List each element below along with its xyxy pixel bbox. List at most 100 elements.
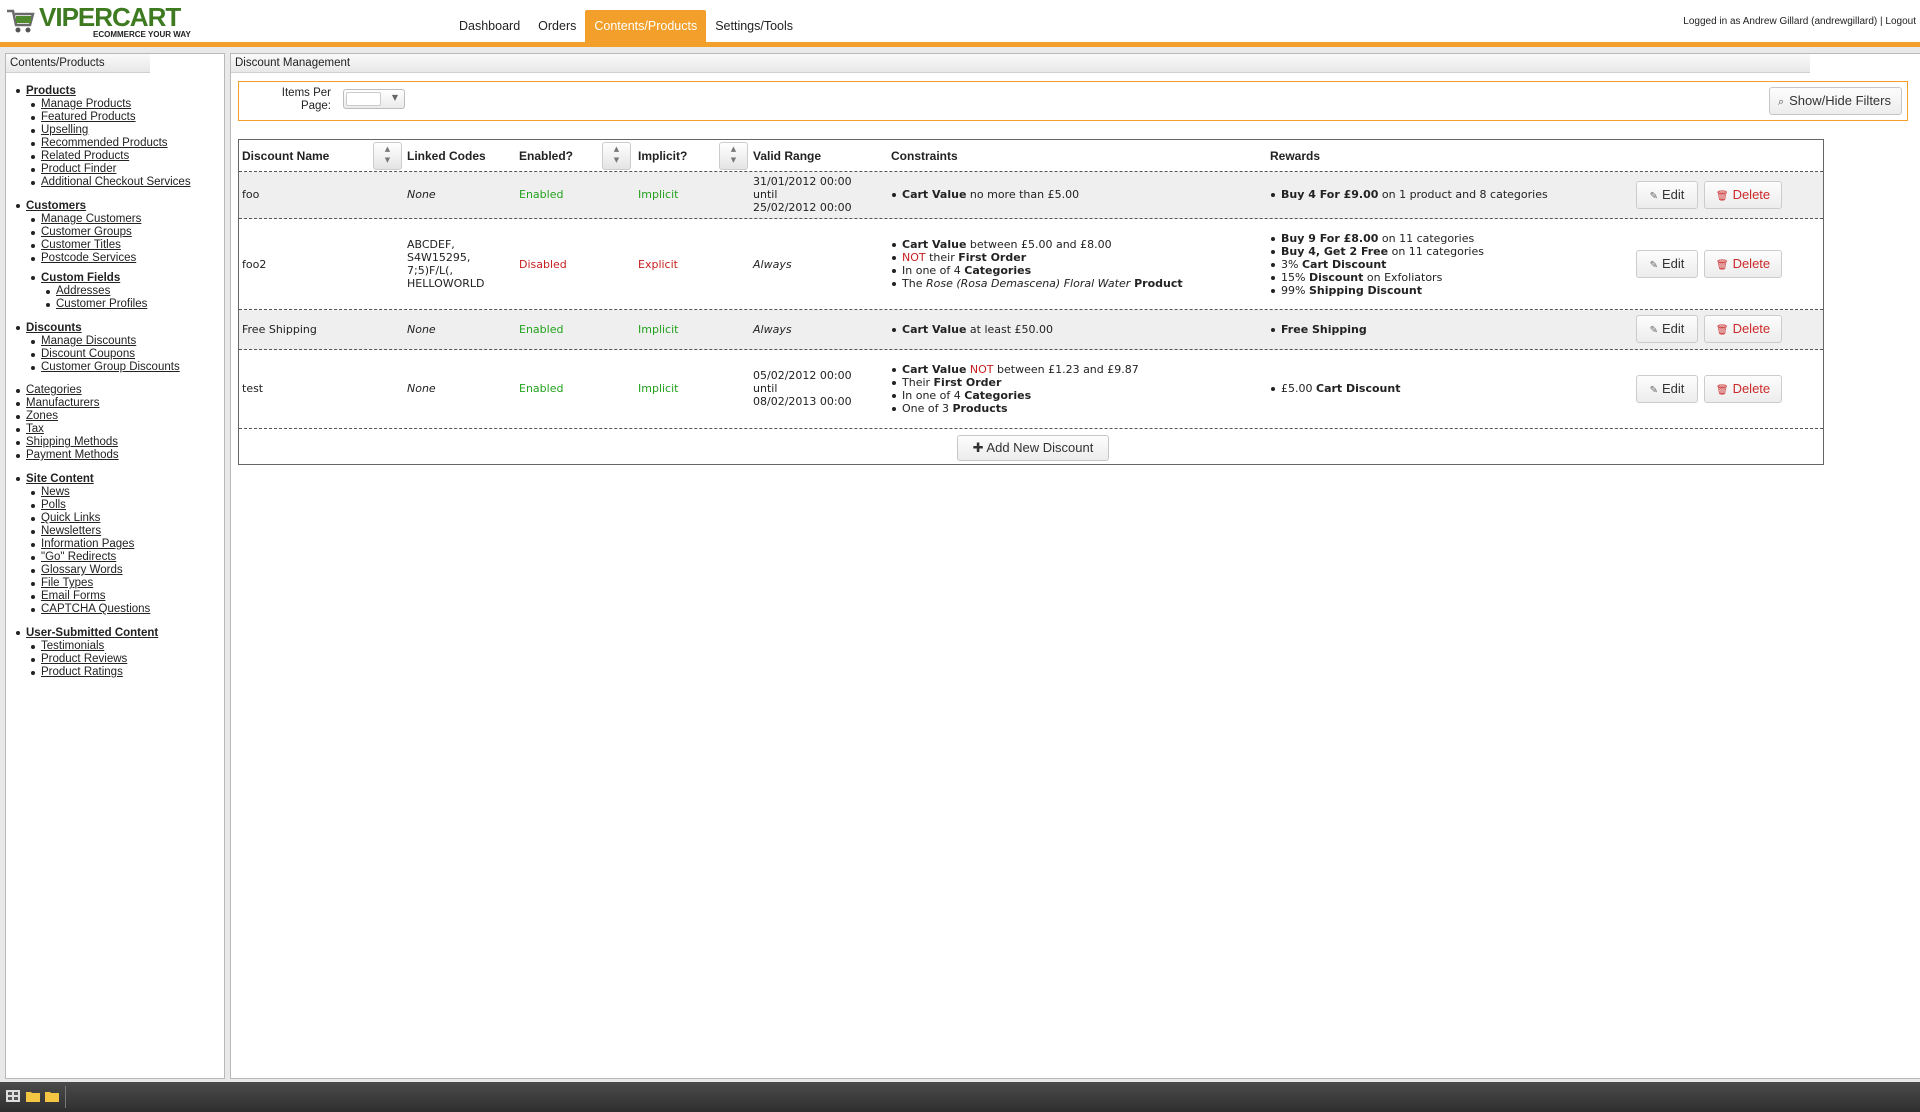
sidebar-item-discounts[interactable]: Discounts — [16, 321, 191, 335]
implicit-status: Explicit — [638, 258, 678, 271]
sort-enabled-control[interactable]: ▲ ▼ — [602, 142, 631, 170]
sidebar-item-information-pages[interactable]: Information Pages — [31, 538, 191, 551]
sidebar-item-customers[interactable]: Customers — [16, 199, 191, 213]
sidebar-item-news[interactable]: News — [31, 486, 191, 499]
reward-item: £5.00 Cart Discount — [1270, 382, 1400, 395]
sidebar-item-recommended-products[interactable]: Recommended Products — [31, 137, 191, 150]
folder-icon[interactable] — [26, 1090, 40, 1102]
sidebar-item-go-redirects[interactable]: "Go" Redirects — [31, 551, 191, 564]
nav-dashboard[interactable]: Dashboard — [450, 10, 529, 42]
items-per-page-select[interactable]: ▼ — [343, 89, 405, 109]
enabled-status: Disabled — [519, 258, 567, 271]
sidebar-item-tax[interactable]: Tax — [16, 423, 191, 436]
sort-up-icon: ▲ — [384, 145, 391, 153]
discount-name: foo — [242, 188, 260, 201]
reward-item: Buy 4, Get 2 Free on 11 categories — [1270, 245, 1484, 258]
valid-range: 31/01/2012 00:00 until 25/02/2012 00:00 — [753, 175, 852, 214]
show-hide-filters-button[interactable]: ⌕ Show/Hide Filters — [1768, 87, 1902, 115]
sidebar-item-manage-customers[interactable]: Manage Customers — [31, 213, 191, 226]
constraint-item: Cart Value at least £50.00 — [891, 323, 1053, 336]
sidebar-item-customer-titles[interactable]: Customer Titles — [31, 239, 191, 252]
constraint-item: Cart Value NOT between £1.23 and £9.87 — [891, 363, 1139, 376]
sidebar-item-upselling[interactable]: Upselling — [31, 124, 191, 137]
delete-button[interactable]: 🗑 Delete — [1704, 181, 1782, 209]
sidebar-item-testimonials[interactable]: Testimonials — [31, 640, 191, 653]
sidebar-item-payment-methods[interactable]: Payment Methods — [16, 449, 191, 462]
delete-button[interactable]: 🗑 Delete — [1704, 375, 1782, 403]
sort-down-icon: ▼ — [613, 156, 620, 164]
sidebar-item-custom-fields[interactable]: Custom Fields — [31, 271, 191, 285]
edit-button[interactable]: ✎ Edit — [1636, 315, 1698, 343]
items-per-page-value — [346, 92, 381, 106]
sidebar-item-featured-products[interactable]: Featured Products — [31, 111, 191, 124]
sidebar-nav-tree: Products Manage Products Featured Produc… — [16, 84, 191, 689]
sidebar-item-glossary-words[interactable]: Glossary Words — [31, 564, 191, 577]
sidebar-item-customer-profiles[interactable]: Customer Profiles — [46, 298, 191, 311]
nav-contents-products[interactable]: Contents/Products — [585, 10, 707, 42]
col-header-discount-name[interactable]: Discount Name — [242, 149, 329, 163]
sidebar-item-categories[interactable]: Categories — [16, 384, 191, 397]
sidebar-item-product-finder[interactable]: Product Finder — [31, 163, 191, 176]
edit-button[interactable]: ✎ Edit — [1636, 181, 1698, 209]
sidebar-item-additional-checkout-services[interactable]: Additional Checkout Services — [31, 176, 191, 189]
pencil-icon: ✎ — [1649, 191, 1658, 202]
sort-up-icon: ▲ — [613, 145, 620, 153]
reward-item: 15% Discount on Exfoliators — [1270, 271, 1484, 284]
sort-discount-name-control[interactable]: ▲ ▼ — [373, 142, 402, 170]
edit-button[interactable]: ✎ Edit — [1636, 250, 1698, 278]
pencil-icon: ✎ — [1649, 260, 1658, 271]
nav-orders[interactable]: Orders — [529, 10, 585, 42]
sidebar-item-customer-group-discounts[interactable]: Customer Group Discounts — [31, 361, 191, 374]
edit-button[interactable]: ✎ Edit — [1636, 375, 1698, 403]
col-header-implicit[interactable]: Implicit? — [638, 149, 687, 163]
sidebar-item-addresses[interactable]: Addresses — [46, 285, 191, 298]
header-accent-bar — [0, 42, 1920, 47]
nav-settings-tools[interactable]: Settings/Tools — [706, 10, 802, 42]
taskbar-divider — [65, 1086, 66, 1108]
sidebar-item-postcode-services[interactable]: Postcode Services — [31, 252, 191, 265]
sidebar-item-file-types[interactable]: File Types — [31, 577, 191, 590]
linked-codes: None — [407, 382, 436, 395]
sidebar-item-product-reviews[interactable]: Product Reviews — [31, 653, 191, 666]
sort-implicit-control[interactable]: ▲ ▼ — [719, 142, 748, 170]
sidebar-item-zones[interactable]: Zones — [16, 410, 191, 423]
sidebar-item-manage-products[interactable]: Manage Products — [31, 98, 191, 111]
sidebar-item-products[interactable]: Products — [16, 84, 191, 98]
enabled-status: Enabled — [519, 188, 564, 201]
col-header-linked-codes[interactable]: Linked Codes — [407, 149, 486, 163]
sidebar-item-polls[interactable]: Polls — [31, 499, 191, 512]
table-row: foo2 ABCDEF, S4W15295, 7;5)F/L(, HELLOWO… — [239, 219, 1823, 310]
vipercart-logo[interactable]: VIPERCART ECOMMERCE YOUR WAY — [5, 3, 191, 39]
constraint-item: The Rose (Rosa Demascena) Floral Water P… — [891, 277, 1183, 290]
sidebar-item-manage-discounts[interactable]: Manage Discounts — [31, 335, 191, 348]
sidebar-item-captcha-questions[interactable]: CAPTCHA Questions — [31, 603, 191, 616]
sidebar-item-email-forms[interactable]: Email Forms — [31, 590, 191, 603]
main-panel: Discount Management Items Per Page: ▼ ⌕ S… — [230, 53, 1920, 1079]
sidebar-item-manufacturers[interactable]: Manufacturers — [16, 397, 191, 410]
delete-label: Delete — [1732, 381, 1771, 396]
folder-icon[interactable] — [45, 1090, 59, 1102]
sidebar-item-product-ratings[interactable]: Product Ratings — [31, 666, 191, 679]
add-new-discount-button[interactable]: ✚ Add New Discount — [957, 435, 1109, 461]
sidebar-item-related-products[interactable]: Related Products — [31, 150, 191, 163]
login-status[interactable]: Logged in as Andrew Gillard (andrewgilla… — [1683, 16, 1916, 27]
delete-button[interactable]: 🗑 Delete — [1704, 315, 1782, 343]
sidebar-panel: Contents/Products Products Manage Produc… — [5, 53, 225, 1079]
implicit-status: Implicit — [638, 188, 679, 201]
valid-range-end: 08/02/2013 00:00 — [753, 395, 852, 408]
grid-view-icon[interactable] — [6, 1090, 20, 1102]
col-header-enabled[interactable]: Enabled? — [519, 149, 573, 163]
constraints-list: Cart Value NOT between £1.23 and £9.87 T… — [891, 363, 1139, 415]
chevron-down-icon: ▼ — [391, 93, 398, 102]
sidebar-item-newsletters[interactable]: Newsletters — [31, 525, 191, 538]
sidebar-item-user-submitted-content[interactable]: User-Submitted Content — [16, 626, 191, 640]
linked-codes: None — [407, 323, 436, 336]
sidebar-item-shipping-methods[interactable]: Shipping Methods — [16, 436, 191, 449]
sidebar-item-customer-groups[interactable]: Customer Groups — [31, 226, 191, 239]
constraint-item: In one of 4 Categories — [891, 389, 1139, 402]
delete-button[interactable]: 🗑 Delete — [1704, 250, 1782, 278]
sidebar-item-discount-coupons[interactable]: Discount Coupons — [31, 348, 191, 361]
sidebar-item-site-content[interactable]: Site Content — [16, 472, 191, 486]
sidebar-item-quick-links[interactable]: Quick Links — [31, 512, 191, 525]
sidebar-group-site-content: Site Content News Polls Quick Links News… — [16, 472, 191, 616]
